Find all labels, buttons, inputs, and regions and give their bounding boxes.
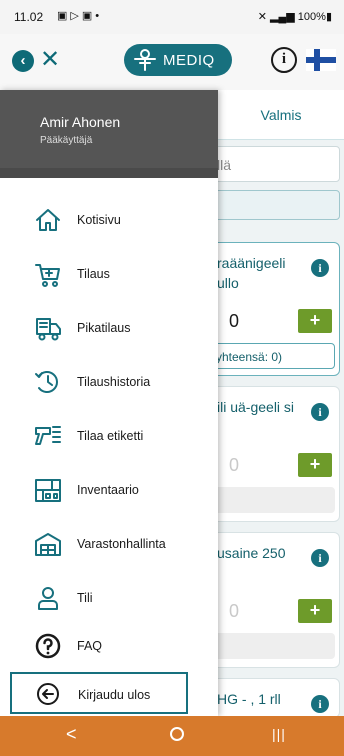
menu-item-label: Varastonhallinta <box>77 537 166 551</box>
dot-icon: • <box>95 10 103 22</box>
system-nav-bar: < ||| <box>0 716 344 756</box>
play-icon: ▷ <box>70 10 82 22</box>
navigation-drawer: Amir Ahonen Pääkäyttäjä Kotisivu Tilaus … <box>0 90 218 716</box>
logout-button[interactable]: Kirjaudu ulos <box>10 672 188 714</box>
question-icon <box>35 633 61 659</box>
menu-item-label: Tili <box>77 591 93 605</box>
product-name: ili uä-geeli si <box>217 399 295 415</box>
menu-item-tili[interactable]: Tili <box>0 574 218 622</box>
user-role: Pääkäyttäjä <box>40 135 93 146</box>
menu-item-tilaus[interactable]: Tilaus <box>0 250 218 298</box>
gallery-icon: ▣ <box>57 10 71 22</box>
tab-valmis[interactable]: Valmis <box>218 90 344 140</box>
add-button[interactable]: + <box>298 309 332 333</box>
mute-icon: ✕ <box>257 11 267 23</box>
menu-item-label: Pikatilaus <box>77 321 131 335</box>
menu-item-inventaario[interactable]: Inventaario <box>0 466 218 514</box>
mediq-logo[interactable]: MEDIQ <box>124 44 232 76</box>
finland-flag-icon[interactable] <box>306 49 336 71</box>
logout-arrow-icon <box>37 683 59 705</box>
warehouse-shelf-icon <box>35 479 61 502</box>
menu-item-tilaushistoria[interactable]: Tilaushistoria <box>0 358 218 406</box>
menu-item-label: FAQ <box>77 639 103 653</box>
product-quantity[interactable]: 0 <box>229 601 239 622</box>
product-total: yhteensä: 0) <box>209 343 335 369</box>
product-name: raäänigeeli ullo <box>217 255 286 291</box>
nav-back-button[interactable]: < <box>66 724 77 745</box>
product-info-button[interactable]: i <box>311 259 329 277</box>
label-gun-icon <box>35 426 61 445</box>
product-card: raäänigeeli ullo i 0 + yhteensä: 0) <box>200 242 340 376</box>
cart-icon <box>35 264 60 287</box>
flag-cross-horizontal <box>306 57 336 63</box>
battery-percent: 100% <box>297 11 326 23</box>
mail-icon: ▣ <box>81 10 96 22</box>
menu-item-pikatilaus[interactable]: Pikatilaus <box>0 304 218 352</box>
product-name: HG - , 1 rll <box>217 691 281 707</box>
mediq-logo-icon <box>134 49 156 71</box>
product-card: HG - , 1 rll i <box>200 678 340 718</box>
product-total <box>209 633 335 659</box>
menu-item-kotisivu[interactable]: Kotisivu <box>0 196 218 244</box>
product-info-button[interactable]: i <box>311 549 329 567</box>
chevron-left-icon: ‹ <box>20 52 26 69</box>
search-input[interactable]: llä <box>200 146 340 182</box>
status-bar: 11.02 ▣▷▣• ✕ ▂▄▆ 100%▮ <box>0 0 344 34</box>
warehouse-icon <box>35 533 61 556</box>
nav-home-button[interactable] <box>170 727 184 741</box>
menu-item-varastonhallinta[interactable]: Varastonhallinta <box>0 520 218 568</box>
history-icon <box>35 371 58 393</box>
product-info-button[interactable]: i <box>311 695 329 713</box>
filter-field[interactable] <box>200 190 340 220</box>
add-button[interactable]: + <box>298 599 332 623</box>
user-panel: Amir Ahonen Pääkäyttäjä <box>0 90 218 168</box>
menu-item-tilaa-etiketti[interactable]: Tilaa etiketti <box>0 412 218 460</box>
menu-item-label: Tilaus <box>77 267 110 281</box>
add-button[interactable]: + <box>298 453 332 477</box>
close-icon: ✕ <box>40 46 61 73</box>
system-icons: ✕ ▂▄▆ 100%▮ <box>258 10 332 23</box>
signal-icon: ▂▄▆ <box>270 11 295 23</box>
status-time: 11.02 <box>14 10 44 24</box>
logout-label: Kirjaudu ulos <box>78 688 151 702</box>
battery-icon: ▮ <box>325 11 332 23</box>
back-button[interactable]: ‹ <box>12 50 34 72</box>
logo-text: MEDIQ <box>163 52 215 69</box>
notification-icons: ▣▷▣• <box>57 9 102 22</box>
product-quantity[interactable]: 0 <box>229 311 239 332</box>
info-button[interactable]: i <box>271 47 297 73</box>
menu-item-label: Tilaa etiketti <box>77 429 144 443</box>
menu-item-label: Tilaushistoria <box>77 375 151 389</box>
product-quantity[interactable]: 0 <box>229 455 239 476</box>
app-header: ‹ ✕ MEDIQ i <box>0 34 344 90</box>
drawer-header: Amir Ahonen Pääkäyttäjä <box>0 90 218 178</box>
menu-item-faq[interactable]: FAQ <box>0 622 218 670</box>
info-icon: i <box>281 51 287 67</box>
product-total <box>209 487 335 513</box>
home-icon <box>36 209 60 231</box>
menu-item-label: Inventaario <box>77 483 139 497</box>
close-button[interactable]: ✕ <box>40 47 60 73</box>
product-name: usaine 250 <box>217 545 286 561</box>
product-card: ili uä-geeli si i 0 + <box>200 386 340 522</box>
user-icon <box>38 587 58 610</box>
nav-recent-button[interactable]: ||| <box>272 726 286 742</box>
product-card: usaine 250 i 0 + <box>200 532 340 668</box>
flag-cross-vertical <box>314 49 320 71</box>
delivery-truck-icon <box>36 318 61 341</box>
user-name: Amir Ahonen <box>40 114 121 130</box>
menu-item-label: Kotisivu <box>77 213 121 227</box>
product-info-button[interactable]: i <box>311 403 329 421</box>
